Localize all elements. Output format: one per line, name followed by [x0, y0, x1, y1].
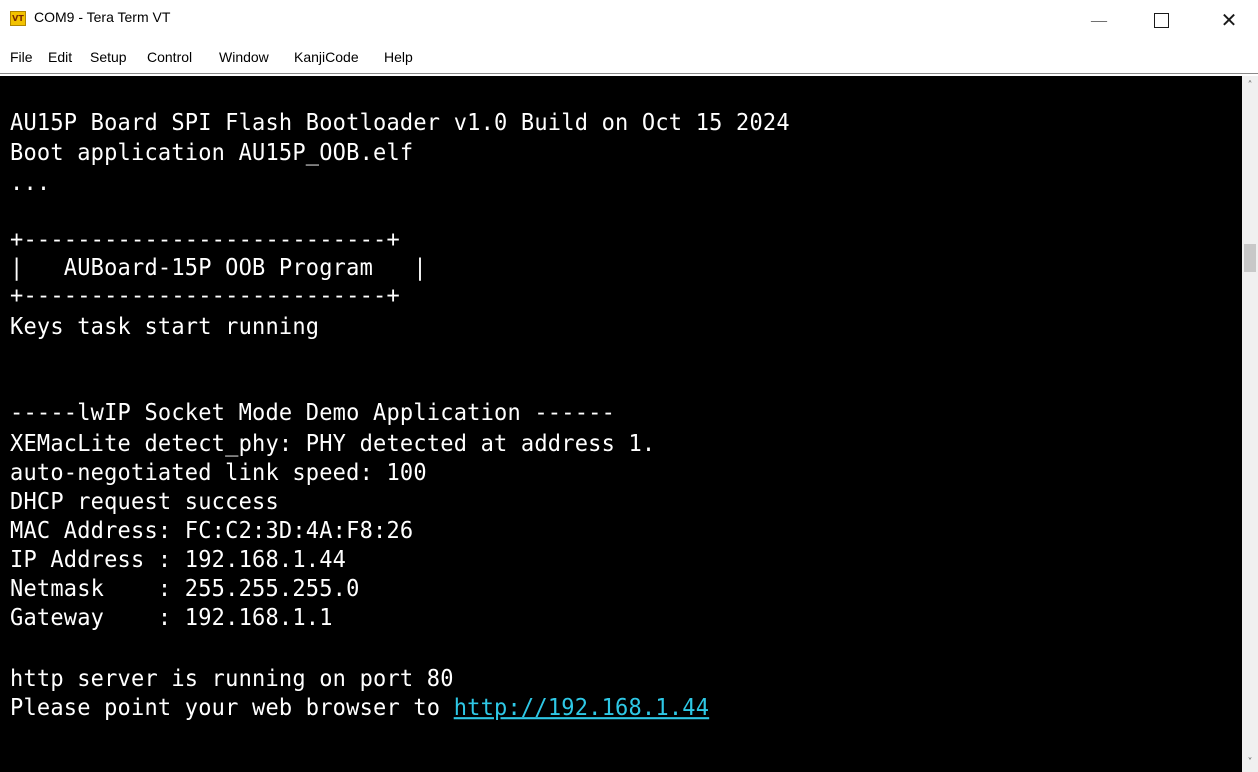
terminal-line: | AUBoard-15P OOB Program |: [10, 255, 427, 282]
terminal-line: XEMacLite detect_phy: PHY detected at ad…: [10, 431, 656, 458]
terminal-line: Keys task start running: [10, 314, 320, 341]
scroll-down-arrow-icon[interactable]: ˅: [1242, 756, 1258, 772]
terminal-line: Gateway : 192.168.1.1: [10, 605, 333, 632]
menu-kanjicode[interactable]: KanjiCode: [294, 49, 359, 65]
terminal-line: ...: [10, 170, 51, 197]
menu-help[interactable]: Help: [384, 49, 413, 65]
terminal-line: -----lwIP Socket Mode Demo Application -…: [10, 400, 616, 427]
menu-edit[interactable]: Edit: [48, 49, 72, 65]
maximize-button[interactable]: [1138, 0, 1184, 40]
terminal-line: AU15P Board SPI Flash Bootloader v1.0 Bu…: [10, 110, 790, 137]
terminal-line: Netmask : 255.255.255.0: [10, 576, 360, 603]
terminal-line: Please point your web browser to http://…: [10, 693, 709, 725]
server-url-link[interactable]: http://192.168.1.44: [454, 695, 709, 721]
menu-control[interactable]: Control: [147, 49, 192, 65]
menu-window[interactable]: Window: [219, 49, 269, 65]
scrollbar-thumb[interactable]: [1244, 244, 1256, 272]
terminal-line: http server is running on port 80: [10, 666, 454, 693]
terminal-screen[interactable]: AU15P Board SPI Flash Bootloader v1.0 Bu…: [0, 76, 1242, 772]
terminal-line: auto-negotiated link speed: 100: [10, 460, 427, 487]
menu-setup[interactable]: Setup: [90, 49, 127, 65]
terminal-line: +---------------------------+: [10, 283, 400, 310]
terminal-line: MAC Address: FC:C2:3D:4A:F8:26: [10, 518, 414, 545]
menu-bar: File Edit Setup Control Window KanjiCode…: [0, 44, 1258, 74]
menu-file[interactable]: File: [10, 49, 33, 65]
terminal-line: IP Address : 192.168.1.44: [10, 547, 347, 574]
maximize-icon: [1153, 12, 1169, 28]
close-button[interactable]: ✕: [1206, 0, 1252, 40]
vertical-scrollbar[interactable]: ˄ ˅: [1242, 76, 1258, 772]
scroll-up-arrow-icon[interactable]: ˄: [1242, 76, 1258, 94]
terminal-line: DHCP request success: [10, 489, 279, 516]
terminal-line: Boot application AU15P_OOB.elf: [10, 140, 414, 167]
tera-term-icon: VT: [10, 11, 26, 26]
title-bar: VT COM9 - Tera Term VT — ✕: [0, 0, 1258, 40]
terminal-line: +---------------------------+: [10, 227, 400, 254]
minimize-button[interactable]: —: [1076, 0, 1122, 40]
window-title: COM9 - Tera Term VT: [34, 9, 171, 25]
terminal-line-text: Please point your web browser to: [10, 695, 454, 722]
